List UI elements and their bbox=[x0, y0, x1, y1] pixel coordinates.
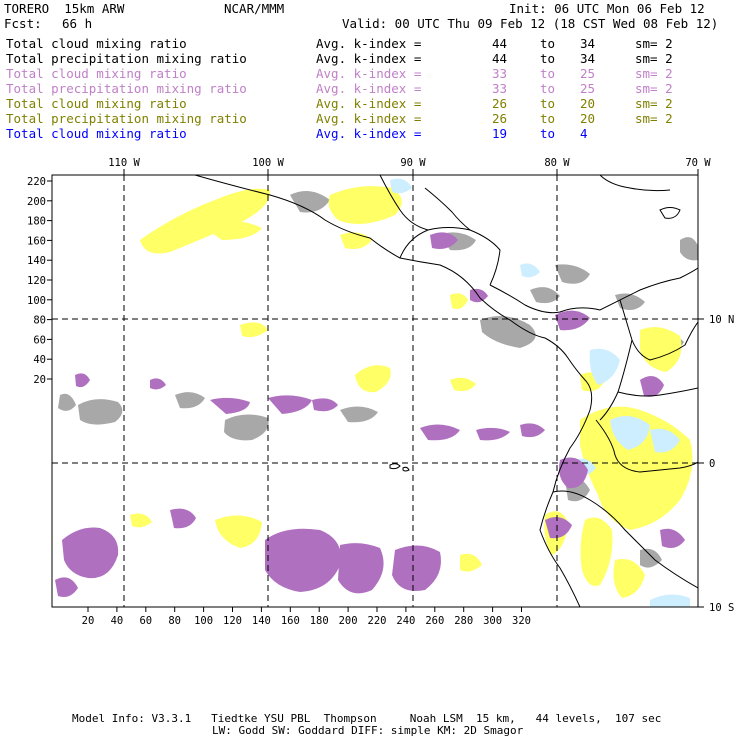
x-tick-label: 240 bbox=[396, 615, 415, 627]
x-tick-label: 80 bbox=[168, 615, 181, 627]
x-tick-label: 160 bbox=[281, 615, 300, 627]
x-tick-label: 60 bbox=[139, 615, 152, 627]
lon-label: 100 W bbox=[252, 157, 284, 169]
x-tick-label: 120 bbox=[223, 615, 242, 627]
x-tick-label: 40 bbox=[111, 615, 124, 627]
lon-label: 80 W bbox=[544, 157, 570, 169]
lon-label: 70 W bbox=[685, 157, 711, 169]
physics-info: LW: Godd SW: Goddard DIFF: simple KM: 2D… bbox=[212, 724, 524, 737]
y-tick-label: 220 bbox=[27, 176, 46, 188]
y-tick-label: 60 bbox=[33, 334, 46, 346]
x-tick-label: 300 bbox=[483, 615, 502, 627]
y-tick-label: 180 bbox=[27, 216, 46, 228]
x-tick-label: 200 bbox=[339, 615, 358, 627]
x-tick-label: 20 bbox=[82, 615, 95, 627]
lat-label: 0 bbox=[709, 458, 715, 470]
x-tick-label: 320 bbox=[512, 615, 531, 627]
y-tick-label: 140 bbox=[27, 255, 46, 267]
y-tick-label: 200 bbox=[27, 196, 46, 208]
map: 110 W 100 W 90 W 80 W 70 W 10 N 0 10 S 220 200 180… bbox=[27, 157, 734, 627]
lat-label: 10 S bbox=[709, 602, 734, 614]
y-tick-label: 20 bbox=[33, 374, 46, 386]
y-tick-label: 80 bbox=[33, 315, 46, 327]
x-tick-label: 280 bbox=[454, 615, 473, 627]
lat-label: 10 N bbox=[709, 314, 734, 326]
y-tick-label: 40 bbox=[33, 354, 46, 366]
y-tick-label: 160 bbox=[27, 235, 46, 247]
y-tick-label: 120 bbox=[27, 275, 46, 287]
x-tick-label: 260 bbox=[425, 615, 444, 627]
x-tick-label: 180 bbox=[310, 615, 329, 627]
x-tick-label: 100 bbox=[194, 615, 213, 627]
lon-label: 110 W bbox=[108, 157, 140, 169]
y-tick-label: 100 bbox=[27, 295, 46, 307]
yellow-cloud-field bbox=[130, 186, 693, 598]
x-tick-label: 220 bbox=[368, 615, 387, 627]
x-tick-label: 140 bbox=[252, 615, 271, 627]
lon-label: 90 W bbox=[400, 157, 426, 169]
